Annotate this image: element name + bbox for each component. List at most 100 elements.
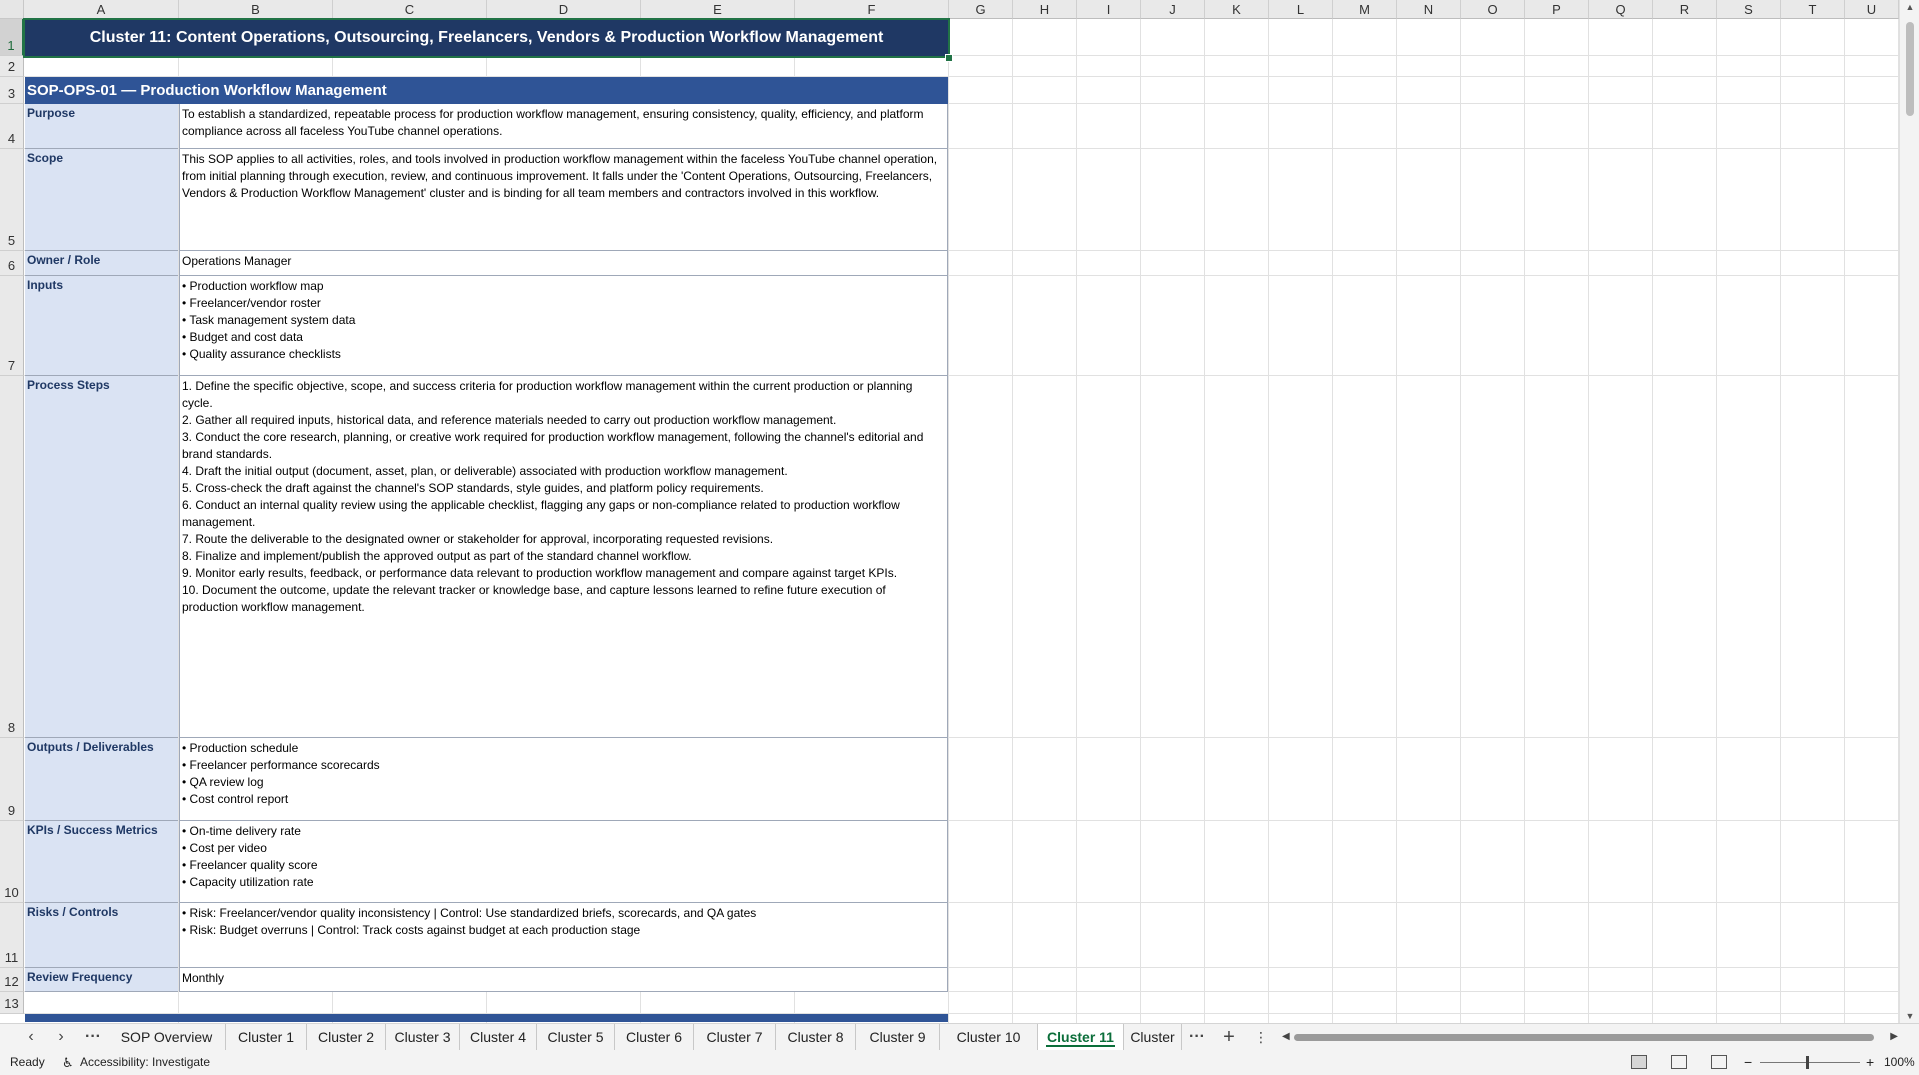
accessibility-icon[interactable]: ♿ (62, 1050, 74, 1075)
sheet-tab-cluster-7[interactable]: Cluster 7 (694, 1024, 776, 1050)
scroll-left-icon[interactable]: ◀ (1282, 1028, 1290, 1046)
row-header-5[interactable]: 5 (0, 149, 24, 251)
sheet-tab-cluster-1[interactable]: Cluster 1 (226, 1024, 307, 1050)
sheet-tab-cluster-3[interactable]: Cluster 3 (386, 1024, 460, 1050)
column-header-t[interactable]: T (1781, 0, 1845, 19)
spreadsheet-grid[interactable]: ABCDEFGHIJKLMNOPQRSTU 1 2 3 4 5 6 7 8 9 10 11 12 13 … (0, 0, 1919, 1023)
sheet-tab-cluster-8[interactable]: Cluster 8 (776, 1024, 856, 1050)
normal-view-icon[interactable] (1631, 1055, 1647, 1069)
zoom-in-icon[interactable]: + (1866, 1050, 1874, 1075)
sheet-tab-cluster-9[interactable]: Cluster 9 (856, 1024, 940, 1050)
horizontal-scrollbar[interactable]: ◀ ▶ (1280, 1028, 1900, 1046)
column-header-p[interactable]: P (1525, 0, 1589, 19)
page-break-view-icon[interactable] (1711, 1055, 1727, 1069)
horizontal-scroll-thumb[interactable] (1294, 1034, 1874, 1041)
field-label-kpis-success-metrics[interactable]: KPIs / Success Metrics (25, 821, 178, 903)
row-header-2[interactable]: 2 (0, 56, 24, 77)
field-label-purpose[interactable]: Purpose (25, 104, 178, 149)
column-header-q[interactable]: Q (1589, 0, 1653, 19)
field-label-risks-controls[interactable]: Risks / Controls (25, 903, 178, 968)
field-value-purpose[interactable]: To establish a standardized, repeatable … (179, 104, 948, 149)
sheet-tab-cluster-2[interactable]: Cluster 2 (307, 1024, 386, 1050)
row-header-7[interactable]: 7 (0, 276, 24, 376)
sheet-tab-cluster-6[interactable]: Cluster 6 (615, 1024, 694, 1050)
column-header-k[interactable]: K (1205, 0, 1269, 19)
row-number: 10 (4, 885, 19, 900)
sheet-tab-sop-overview[interactable]: SOP Overview (108, 1024, 226, 1050)
field-label-process-steps[interactable]: Process Steps (25, 376, 178, 738)
sheet-tab-cluster-5[interactable]: Cluster 5 (537, 1024, 615, 1050)
next-sheet-icon[interactable]: › (50, 1026, 72, 1048)
zoom-slider-thumb[interactable] (1806, 1056, 1809, 1069)
column-header-f[interactable]: F (795, 0, 949, 19)
vertical-gridline (1076, 19, 1077, 1023)
zoom-level[interactable]: 100% (1884, 1050, 1915, 1075)
scroll-right-icon[interactable]: ▶ (1890, 1028, 1898, 1046)
column-header-j[interactable]: J (1141, 0, 1205, 19)
row-header-6[interactable]: 6 (0, 251, 24, 276)
row-number: 11 (4, 950, 19, 965)
select-all-corner[interactable] (0, 0, 24, 19)
field-label-owner-role[interactable]: Owner / Role (25, 251, 178, 276)
field-value-review-frequency[interactable]: Monthly (179, 968, 948, 992)
field-value-process-steps[interactable]: 1. Define the specific objective, scope,… (179, 376, 948, 738)
row-header-9[interactable]: 9 (0, 738, 24, 821)
row-header-1[interactable]: 1 (0, 19, 24, 56)
add-sheet-icon[interactable]: + (1218, 1026, 1240, 1048)
column-header-n[interactable]: N (1397, 0, 1461, 19)
zoom-slider[interactable] (1760, 1062, 1860, 1063)
more-sheets-icon[interactable]: ··· (82, 1026, 104, 1048)
more-tabs-icon[interactable]: ··· (1186, 1026, 1208, 1048)
sheet-tab-cluster-11[interactable]: Cluster 11 (1038, 1024, 1124, 1050)
field-value-owner-role[interactable]: Operations Manager (179, 251, 948, 276)
field-label-scope[interactable]: Scope (25, 149, 178, 251)
sop-header-cell[interactable]: SOP-OPS-01 — Production Workflow Managem… (25, 77, 948, 104)
column-header-d[interactable]: D (487, 0, 641, 19)
row-header-13[interactable]: 13 (0, 992, 24, 1014)
cluster-title-cell[interactable]: Cluster 11: Content Operations, Outsourc… (23, 18, 950, 58)
column-header-m[interactable]: M (1333, 0, 1397, 19)
row-header-12[interactable]: 12 (0, 968, 24, 992)
sheet-tab-cluster[interactable]: Cluster (1124, 1024, 1182, 1050)
row-header-4[interactable]: 4 (0, 104, 24, 149)
scroll-up-icon[interactable]: ▲ (1900, 2, 1919, 12)
field-value-kpis-success-metrics[interactable]: • On-time delivery rate • Cost per video… (179, 821, 948, 903)
page-layout-view-icon[interactable] (1671, 1055, 1687, 1069)
column-header-c[interactable]: C (333, 0, 487, 19)
row-header-3[interactable]: 3 (0, 77, 24, 104)
fill-handle[interactable] (945, 54, 953, 62)
vertical-scroll-thumb[interactable] (1906, 22, 1914, 116)
column-header-o[interactable]: O (1461, 0, 1525, 19)
zoom-out-icon[interactable]: − (1744, 1050, 1752, 1075)
field-label-inputs[interactable]: Inputs (25, 276, 178, 376)
vertical-scrollbar[interactable]: ▲ ▼ (1899, 0, 1919, 1023)
tab-options-icon[interactable]: ⋮ (1250, 1026, 1272, 1048)
column-header-r[interactable]: R (1653, 0, 1717, 19)
column-header-u[interactable]: U (1845, 0, 1899, 19)
prev-sheet-icon[interactable]: ‹ (20, 1026, 42, 1048)
column-header-e[interactable]: E (641, 0, 795, 19)
vertical-gridline (1652, 19, 1653, 1023)
sheet-tab-cluster-10[interactable]: Cluster 10 (940, 1024, 1038, 1050)
row-header-10[interactable]: 10 (0, 821, 24, 903)
field-value-inputs[interactable]: • Production workflow map • Freelancer/v… (179, 276, 948, 376)
row-number: 8 (7, 720, 16, 735)
field-label-outputs-deliverables[interactable]: Outputs / Deliverables (25, 738, 178, 821)
field-value-outputs-deliverables[interactable]: • Production schedule • Freelancer perfo… (179, 738, 948, 821)
scroll-down-icon[interactable]: ▼ (1900, 1011, 1919, 1021)
sheet-tab-cluster-4[interactable]: Cluster 4 (460, 1024, 537, 1050)
column-header-l[interactable]: L (1269, 0, 1333, 19)
field-value-scope[interactable]: This SOP applies to all activities, role… (179, 149, 948, 251)
row-header-11[interactable]: 11 (0, 903, 24, 968)
column-header-b[interactable]: B (179, 0, 333, 19)
field-label-review-frequency[interactable]: Review Frequency (25, 968, 178, 992)
column-header-h[interactable]: H (1013, 0, 1077, 19)
accessibility-status[interactable]: Accessibility: Investigate (80, 1050, 210, 1075)
column-header-i[interactable]: I (1077, 0, 1141, 19)
column-header-a[interactable]: A (24, 0, 179, 19)
field-value-risks-controls[interactable]: • Risk: Freelancer/vendor quality incons… (179, 903, 948, 968)
column-header-s[interactable]: S (1717, 0, 1781, 19)
vertical-gridline (1396, 19, 1397, 1023)
row-header-8[interactable]: 8 (0, 376, 24, 738)
column-header-g[interactable]: G (949, 0, 1013, 19)
